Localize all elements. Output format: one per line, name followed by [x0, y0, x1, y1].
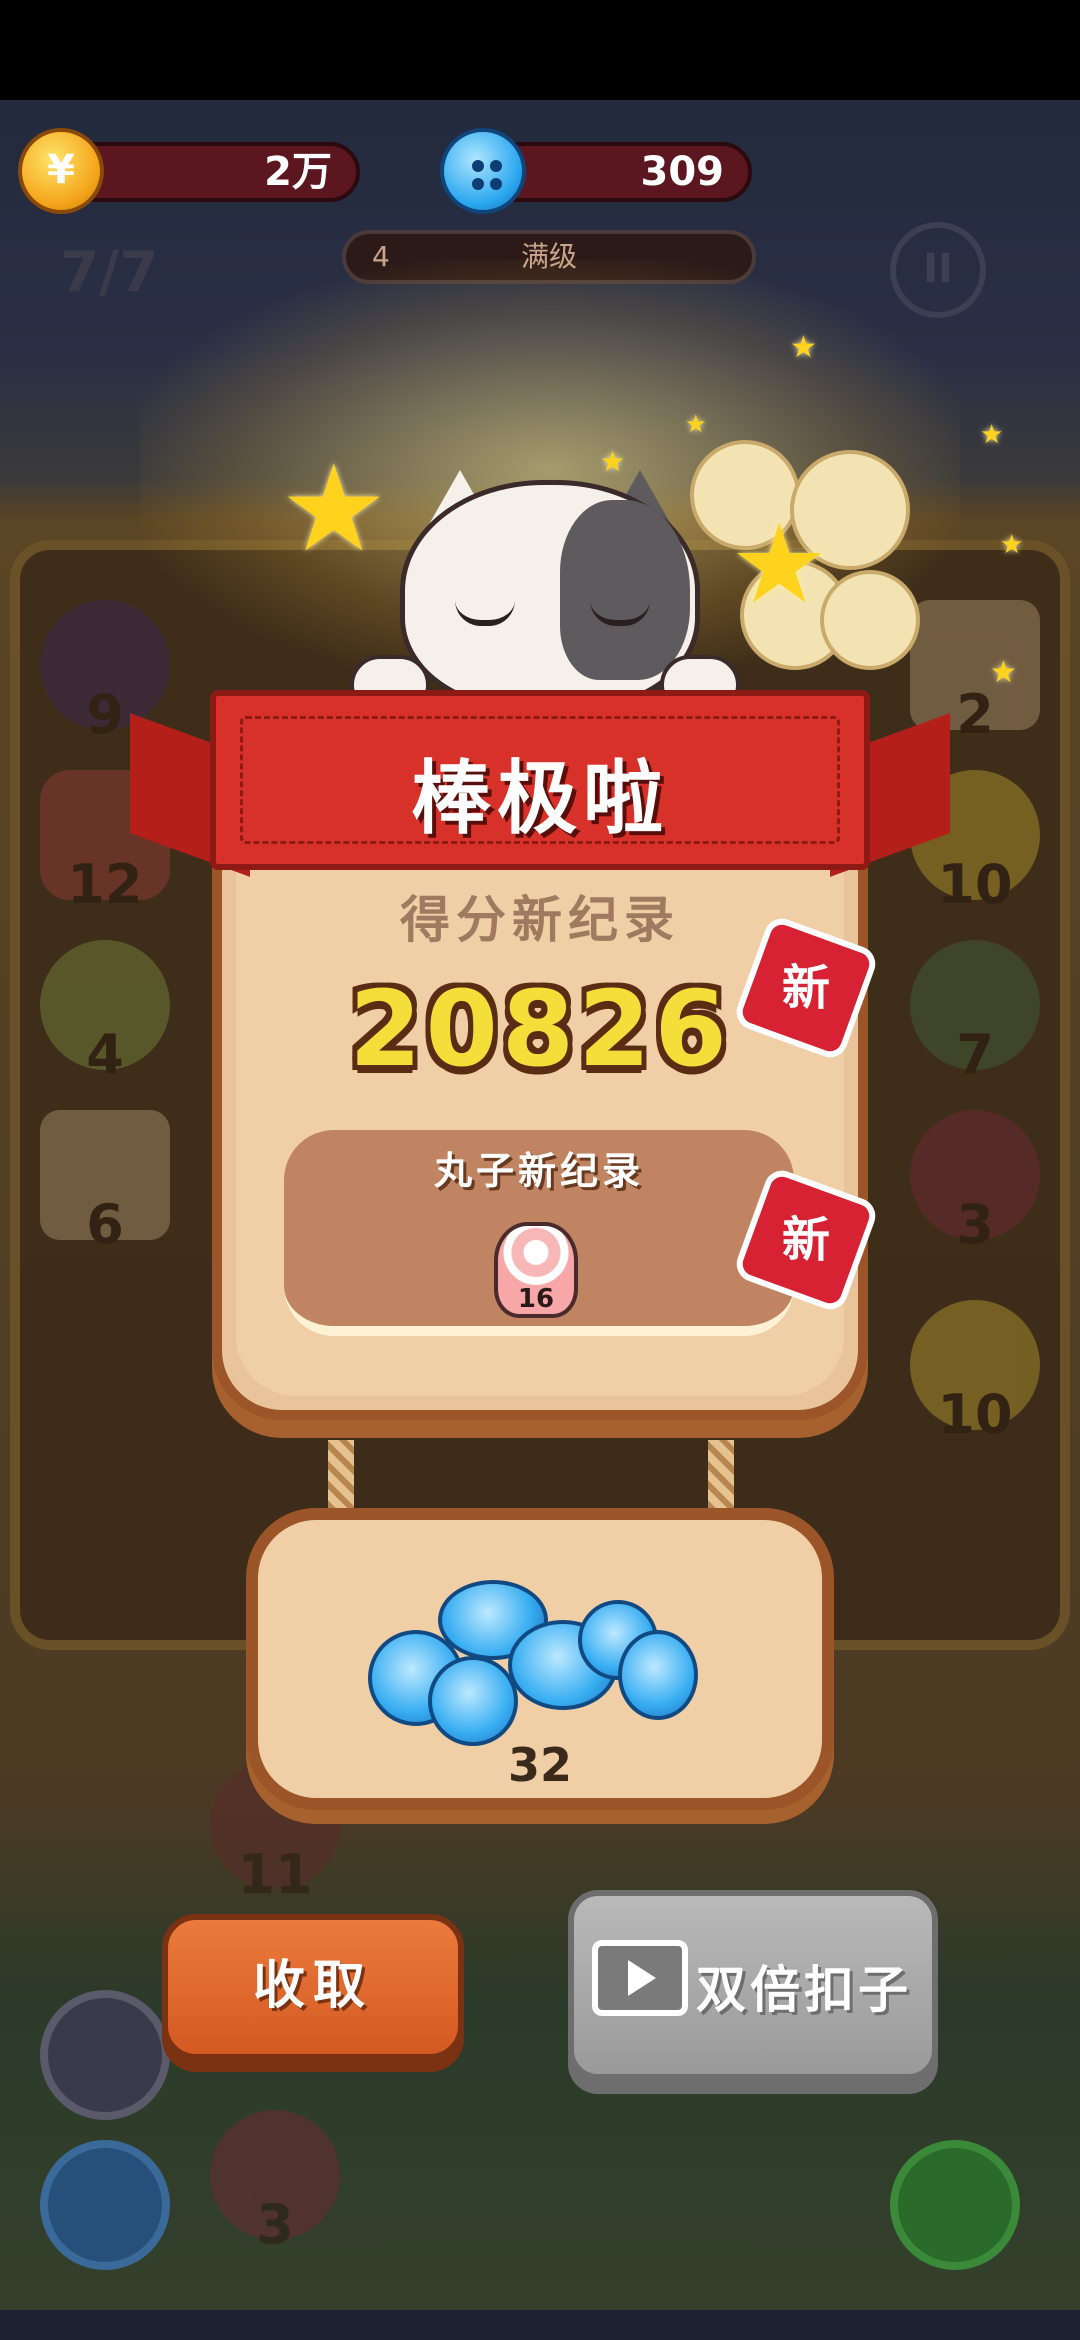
ball-record-box: 丸子新纪录 16	[284, 1130, 794, 1336]
undo-button[interactable]	[40, 2140, 170, 2270]
star-icon: ★	[685, 410, 707, 438]
drop-button[interactable]	[890, 2140, 1020, 2270]
star-icon: ★	[1000, 530, 1024, 560]
candy-ball-icon: 16	[494, 1222, 578, 1318]
double-buttons-video-button[interactable]: 双倍扣子	[568, 1890, 938, 2080]
cube-shuffle-button[interactable]	[40, 1990, 170, 2120]
board-piece: 6	[40, 1110, 170, 1256]
board-piece: 7	[910, 940, 1040, 1086]
ball-record-label: 丸子新纪录	[433, 1149, 644, 1193]
coin-icon: ¥	[18, 128, 104, 214]
button-coin-icon	[428, 1656, 518, 1746]
board-piece: 3	[210, 2110, 340, 2256]
star-icon: ★	[600, 445, 626, 478]
star-icon: ★	[980, 420, 1004, 450]
board-piece: 10	[910, 1300, 1040, 1446]
ball-value: 16	[517, 1284, 555, 1314]
double-label: 双倍扣子	[696, 1961, 912, 2019]
coin-symbol: ¥	[47, 147, 75, 193]
cat-patch	[560, 500, 690, 680]
coin-count: 2万	[264, 149, 332, 195]
button-coin-icon	[618, 1630, 698, 1720]
star-icon: ★	[730, 500, 829, 628]
reward-panel: 32	[246, 1508, 834, 1810]
title-ribbon: 棒极啦	[210, 690, 870, 870]
star-icon: ★	[990, 655, 1017, 690]
sewing-button-icon	[440, 128, 526, 214]
reward-amount: 32	[507, 1738, 572, 1792]
video-play-icon	[592, 1940, 688, 2016]
board-piece: 3	[910, 1110, 1040, 1256]
smoke-puff	[820, 570, 920, 670]
coin-counter: 2万	[60, 142, 360, 202]
star-icon: ★	[790, 330, 817, 365]
button-count: 309	[640, 149, 725, 195]
collect-button[interactable]: 收取	[162, 1914, 464, 2060]
dialog-title: 棒极啦	[411, 752, 669, 845]
star-icon: ★	[280, 440, 388, 579]
board-piece: 4	[40, 940, 170, 1086]
status-bar	[0, 0, 1080, 100]
